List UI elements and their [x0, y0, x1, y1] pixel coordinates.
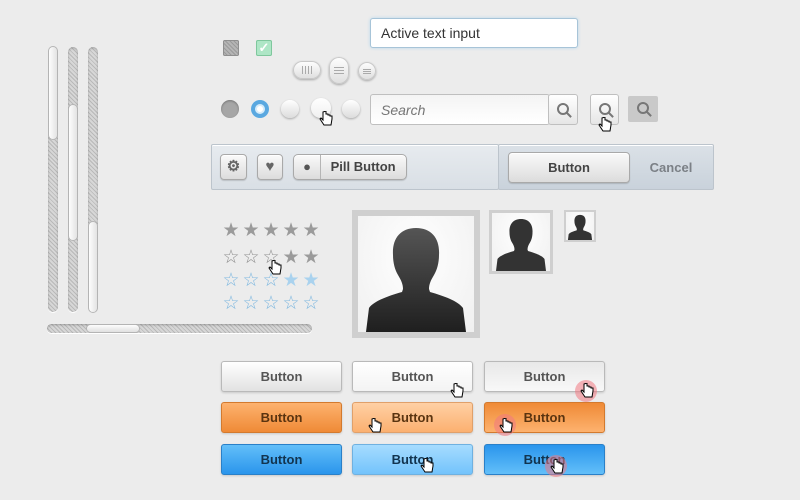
star-outline-icon[interactable]: ☆ [241, 271, 261, 291]
star-rating-3[interactable]: ☆ ☆ ☆ ★ ★ [221, 271, 321, 291]
star-outline-icon[interactable]: ☆ [261, 294, 281, 314]
pill-button-label: Pill Button [330, 159, 396, 174]
vertical-slider-1[interactable] [48, 47, 58, 312]
toggle-knob-horizontal[interactable] [293, 61, 321, 79]
heart-icon: ♥ [265, 158, 275, 175]
search-icon-button-pressed[interactable] [628, 96, 658, 122]
search-icon [599, 103, 611, 115]
hand-cursor-icon [499, 418, 513, 434]
star-icon[interactable]: ★ [281, 221, 301, 241]
toggle-knob-vertical[interactable] [329, 57, 349, 84]
avatar-medium [489, 210, 553, 274]
star-icon[interactable]: ★ [281, 248, 301, 268]
button-orange-normal[interactable]: Button [221, 402, 342, 433]
checkmark-icon: ✓ [258, 40, 270, 55]
star-outline-icon[interactable]: ☆ [221, 271, 241, 291]
star-icon[interactable]: ★ [301, 248, 321, 268]
avatar-small [564, 210, 596, 242]
checkbox-unchecked[interactable] [223, 40, 239, 56]
person-silhouette-icon [566, 212, 594, 240]
vertical-slider-2[interactable] [68, 47, 78, 312]
star-icon[interactable]: ★ [301, 221, 321, 241]
star-outline-icon[interactable]: ☆ [221, 294, 241, 314]
hand-cursor-icon [450, 383, 464, 399]
hand-cursor-icon [368, 418, 382, 434]
star-outline-icon[interactable]: ☆ [241, 294, 261, 314]
horizontal-slider[interactable] [47, 324, 312, 333]
apple-icon: ● [294, 155, 321, 179]
button-blue-normal[interactable]: Button [221, 444, 342, 475]
cancel-link[interactable]: Cancel [641, 160, 701, 175]
search-input[interactable] [370, 94, 550, 125]
button-blue-pressed[interactable]: Button [484, 444, 605, 475]
toggle-knob-round[interactable] [358, 62, 376, 80]
star-icon[interactable]: ★ [281, 271, 301, 291]
pill-button[interactable]: ● Pill Button [293, 154, 407, 180]
horizontal-slider-thumb[interactable] [87, 325, 139, 332]
star-outline-icon[interactable]: ☆ [241, 248, 261, 268]
hand-cursor-icon [550, 459, 564, 475]
star-outline-icon[interactable]: ☆ [301, 294, 321, 314]
vertical-slider-1-thumb[interactable] [49, 47, 57, 139]
button-blue-hover[interactable]: Button [352, 444, 473, 475]
radio-default-2[interactable] [342, 100, 360, 118]
button-gray-normal[interactable]: Button [221, 361, 342, 392]
radio-disabled[interactable] [221, 100, 239, 118]
toolbar-button[interactable]: Button [508, 152, 630, 183]
star-rating-4[interactable]: ☆ ☆ ☆ ☆ ☆ [221, 294, 321, 314]
hand-cursor-icon [580, 383, 594, 399]
person-silhouette-icon [358, 216, 474, 332]
hand-cursor-icon [598, 117, 612, 133]
radio-selected[interactable] [251, 100, 269, 118]
search-icon [557, 103, 569, 115]
star-outline-icon[interactable]: ☆ [261, 271, 281, 291]
search-button[interactable] [548, 94, 578, 125]
star-icon[interactable]: ★ [221, 221, 241, 241]
star-outline-icon[interactable]: ☆ [221, 248, 241, 268]
heart-button[interactable]: ♥ [257, 154, 283, 180]
star-rating-1[interactable]: ★ ★ ★ ★ ★ [221, 221, 321, 241]
gear-button[interactable]: ⚙ [220, 154, 247, 180]
star-outline-icon[interactable]: ☆ [281, 294, 301, 314]
radio-default[interactable] [281, 100, 299, 118]
checkbox-checked[interactable]: ✓ [256, 40, 272, 56]
search-icon [637, 102, 649, 114]
vertical-slider-2-thumb[interactable] [69, 105, 77, 240]
star-icon[interactable]: ★ [301, 271, 321, 291]
person-silhouette-icon [492, 213, 550, 271]
vertical-slider-3[interactable] [88, 47, 98, 312]
avatar-large [352, 210, 480, 338]
hand-cursor-icon [420, 458, 434, 474]
star-icon[interactable]: ★ [241, 221, 261, 241]
active-text-input[interactable] [370, 18, 578, 48]
hand-cursor-icon [319, 111, 333, 127]
vertical-slider-3-thumb[interactable] [89, 222, 97, 312]
gear-icon: ⚙ [226, 158, 241, 175]
star-icon[interactable]: ★ [261, 221, 281, 241]
